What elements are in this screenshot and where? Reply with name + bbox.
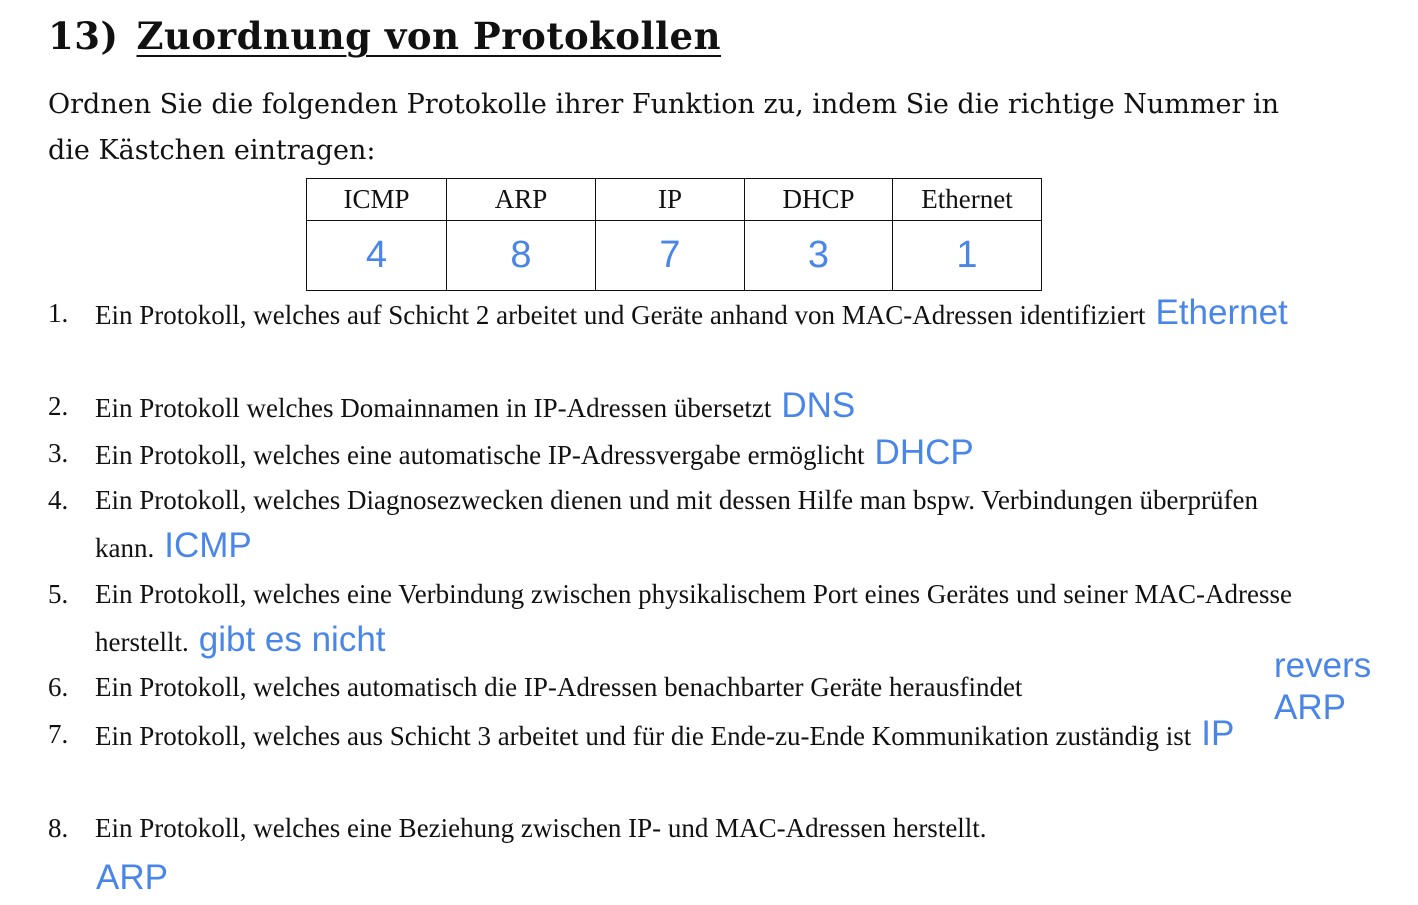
exercise-heading: Zuordnung von Protokollen bbox=[136, 14, 722, 58]
header-ip: IP bbox=[595, 178, 745, 221]
handwritten-answer: DNS bbox=[781, 386, 856, 425]
list-item: 8. Ein Protokoll, welches eine Beziehung… bbox=[48, 805, 1308, 851]
answer-table-value-row: 4 8 7 3 1 bbox=[306, 220, 1042, 291]
list-item: 4. Ein Protokoll, welches Diagnosezwecke… bbox=[48, 477, 1308, 571]
answer-table-header-row: ICMP ARP IP DHCP Ethernet bbox=[306, 178, 1042, 221]
handwritten-answer: DHCP bbox=[874, 433, 974, 472]
list-item-number: 4. bbox=[48, 485, 69, 515]
header-arp: ARP bbox=[446, 178, 596, 221]
list-item-number: 7. bbox=[48, 719, 69, 749]
list-item-text: Ein Protokoll, welches eine automatische… bbox=[95, 440, 865, 470]
answer-table: ICMP ARP IP DHCP Ethernet 4 8 7 3 1 bbox=[306, 178, 1042, 291]
list-item: 7. Ein Protokoll, welches aus Schicht 3 … bbox=[48, 711, 1308, 759]
list-item: 1. Ein Protokoll, welches auf Schicht 2 … bbox=[48, 290, 1308, 338]
handwritten-answer: IP bbox=[1201, 714, 1235, 753]
answer-box-icmp[interactable]: 4 bbox=[306, 220, 447, 291]
list-item-text: Ein Protokoll, welches automatisch die I… bbox=[95, 672, 1023, 702]
handwritten-answer: ICMP bbox=[164, 526, 252, 565]
header-ethernet: Ethernet bbox=[892, 178, 1042, 221]
list-item: 6. Ein Protokoll, welches automatisch di… bbox=[48, 664, 1308, 710]
list-item-text: Ein Protokoll, welches aus Schicht 3 arb… bbox=[95, 721, 1192, 751]
list-item-number: 1. bbox=[48, 298, 69, 328]
handwritten-answer: Ethernet bbox=[1155, 293, 1288, 332]
handwritten-answer: gibt es nicht bbox=[198, 620, 386, 659]
list-item-number: 3. bbox=[48, 438, 69, 468]
list-item: 3. Ein Protokoll, welches eine automatis… bbox=[48, 430, 1308, 478]
list-item-text: Ein Protokoll, welches Diagnosezwecken d… bbox=[95, 485, 1258, 563]
list-item-number: 6. bbox=[48, 672, 69, 702]
handwritten-answer: ARP bbox=[96, 858, 168, 897]
list-item-text: Ein Protokoll welches Domainnamen in IP-… bbox=[95, 393, 772, 423]
list-item-number: 2. bbox=[48, 391, 69, 421]
list-item: 2. Ein Protokoll welches Domainnamen in … bbox=[48, 383, 1308, 431]
answer-box-arp[interactable]: 8 bbox=[446, 220, 596, 291]
list-item-number: 8. bbox=[48, 813, 69, 843]
answer-box-ethernet[interactable]: 1 bbox=[892, 220, 1042, 291]
header-icmp: ICMP bbox=[306, 178, 447, 221]
list-item-text: Ein Protokoll, welches eine Beziehung zw… bbox=[95, 813, 987, 843]
list-item-number: 5. bbox=[48, 579, 69, 609]
list-item: 5. Ein Protokoll, welches eine Verbindun… bbox=[48, 571, 1308, 665]
list-item-text: Ein Protokoll, welches auf Schicht 2 arb… bbox=[95, 300, 1146, 330]
exercise-title: 13) Zuordnung von Protokollen bbox=[48, 14, 721, 58]
answer-box-ip[interactable]: 7 bbox=[595, 220, 745, 291]
handwritten-answer-line1: revers bbox=[1274, 646, 1372, 685]
header-dhcp: DHCP bbox=[744, 178, 893, 221]
worksheet-page: 13) Zuordnung von Protokollen Ordnen Sie … bbox=[0, 0, 1418, 905]
instructions-text: Ordnen Sie die folgenden Protokolle ihre… bbox=[48, 89, 1279, 166]
answer-box-dhcp[interactable]: 3 bbox=[744, 220, 893, 291]
exercise-number: 13) bbox=[48, 14, 119, 58]
